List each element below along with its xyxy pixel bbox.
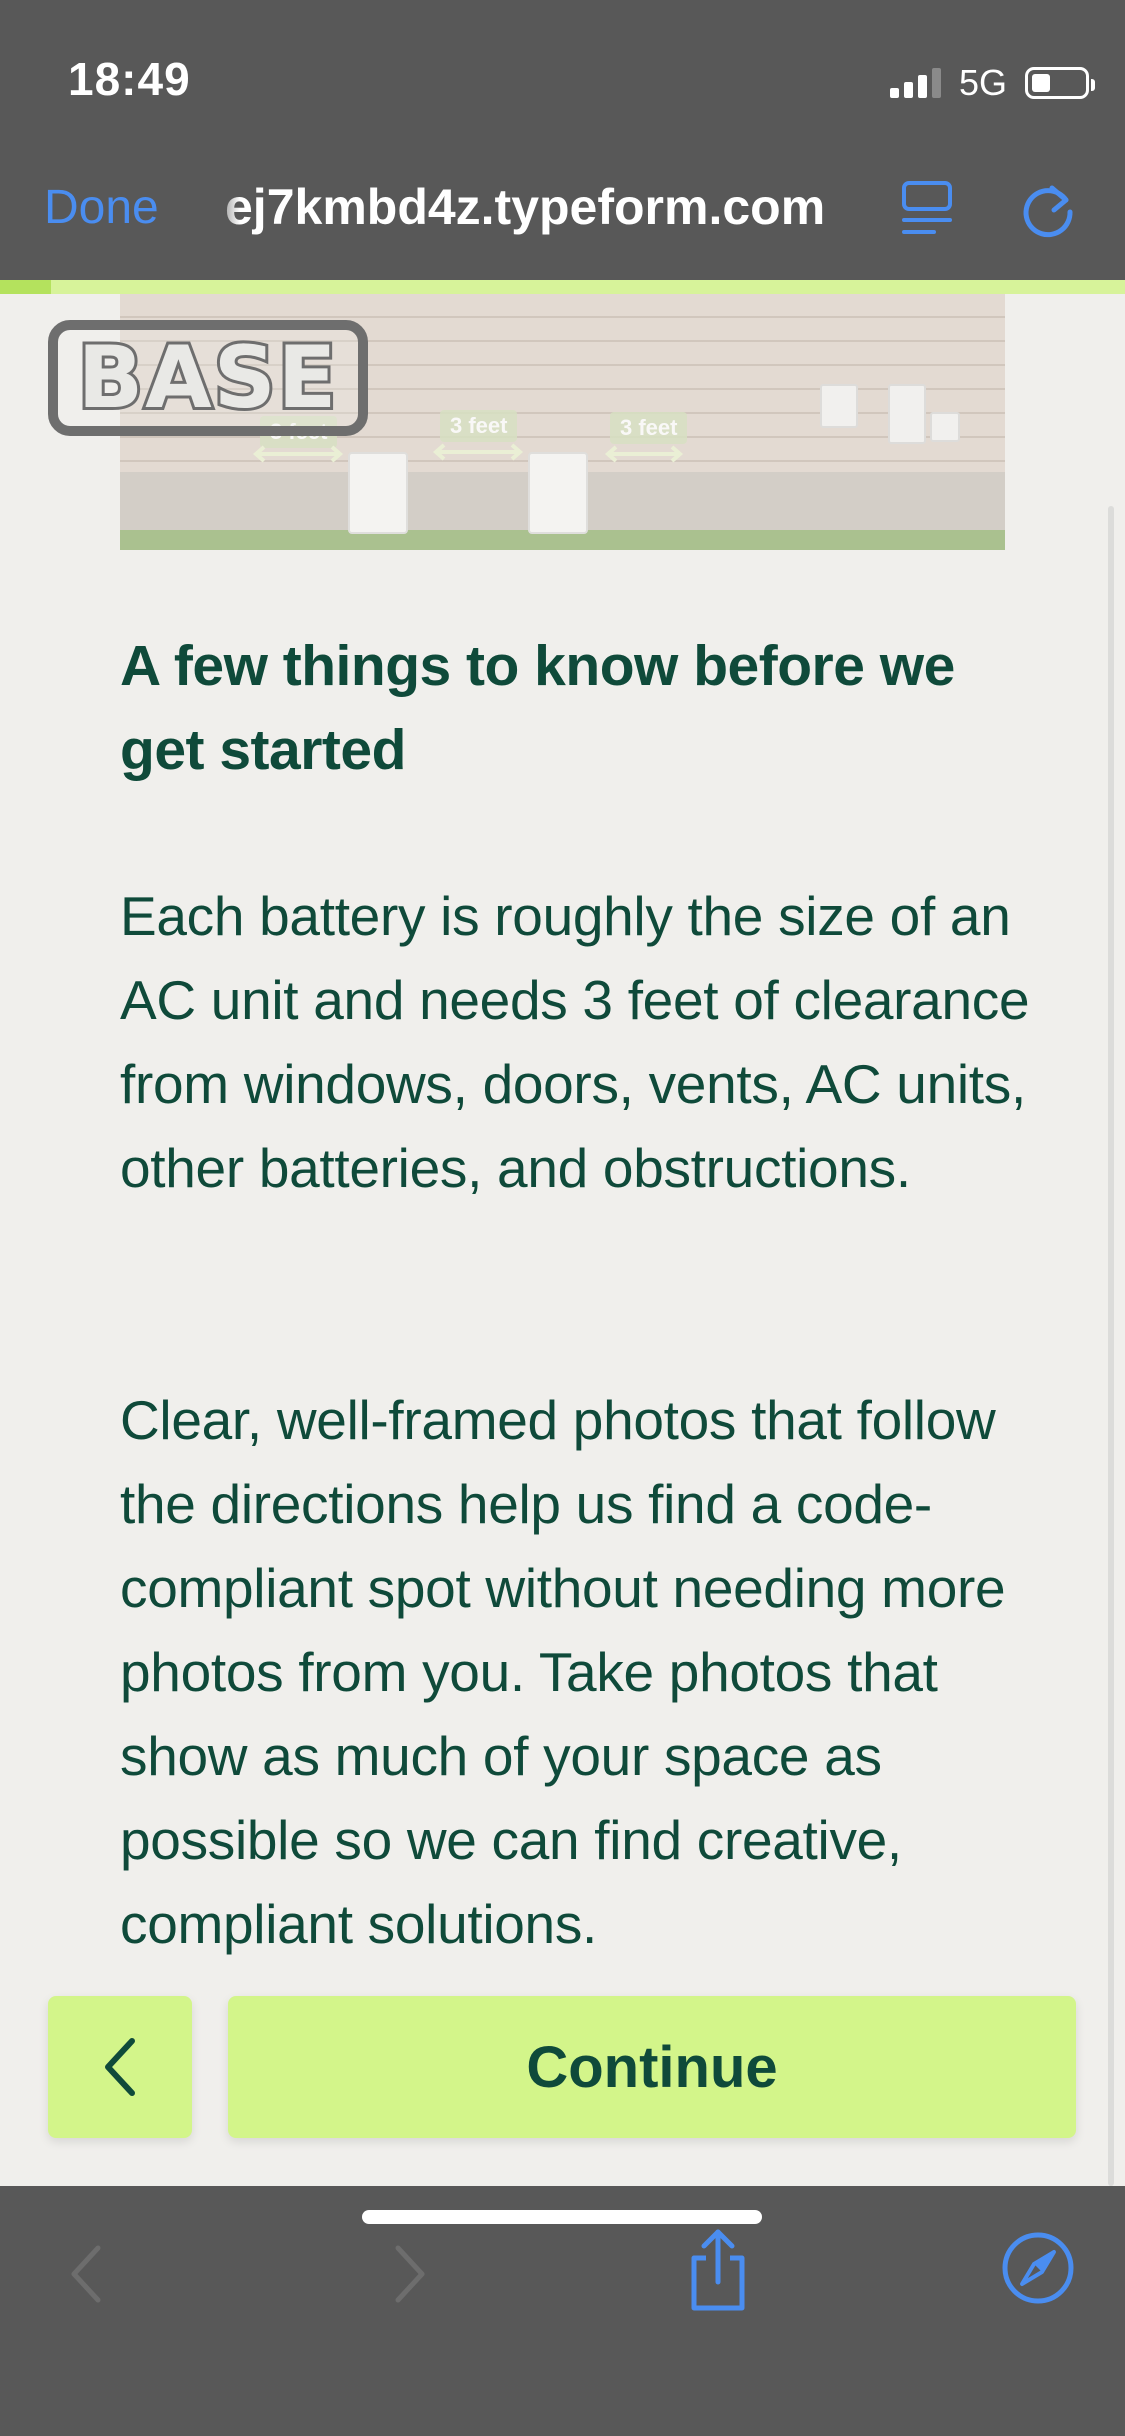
home-indicator[interactable]: [362, 2210, 762, 2224]
chevron-left-icon: [105, 2038, 135, 2096]
done-button[interactable]: Done: [44, 180, 159, 235]
cellular-signal-icon: [889, 68, 941, 98]
back-arrow-icon[interactable]: [66, 2242, 106, 2306]
brand-logo: BASE: [48, 320, 368, 436]
url-fade: [210, 170, 240, 250]
network-type: 5G: [958, 62, 1007, 103]
url-field[interactable]: ej7kmbd4z.typeform.com: [225, 178, 855, 236]
status-time: 18:49: [68, 53, 191, 105]
reader-mode-icon[interactable]: [900, 180, 956, 242]
body-paragraph-1: Each battery is roughly the size of an A…: [120, 885, 1030, 1199]
battery-icon: [1025, 67, 1095, 99]
compass-icon[interactable]: [1000, 2230, 1076, 2306]
status-indicators: 5G: [889, 60, 1095, 106]
share-icon[interactable]: [686, 2228, 750, 2312]
form-content: 3 feet 3 feet 3 feet BASE A few things t…: [0, 294, 1125, 2186]
brand-logo-text: BASE: [75, 325, 340, 431]
progress-track: [0, 280, 1125, 294]
forward-arrow-icon[interactable]: [390, 2242, 430, 2306]
reload-icon[interactable]: [1016, 178, 1080, 242]
page-heading: A few things to know before we get start…: [120, 634, 955, 782]
back-button[interactable]: [48, 1996, 192, 2138]
scrollbar[interactable]: [1108, 506, 1114, 2186]
continue-button[interactable]: Continue: [228, 1996, 1076, 2138]
body-paragraph-2: Clear, well-framed photos that follow th…: [120, 1389, 1006, 1955]
progress-fill: [0, 280, 51, 294]
browser-address-bar: Done ej7kmbd4z.typeform.com: [0, 150, 1125, 280]
status-bar: 18:49 5G: [0, 0, 1125, 150]
